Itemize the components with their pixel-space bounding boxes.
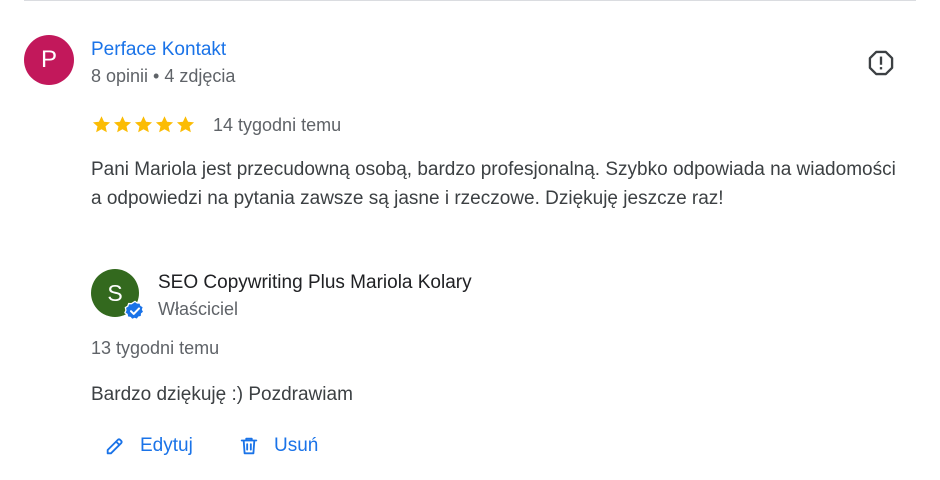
owner-name: SEO Copywriting Plus Mariola Kolary	[158, 272, 472, 293]
star-icon	[113, 116, 132, 133]
report-flag-icon[interactable]	[867, 49, 895, 77]
reviewer-name-link[interactable]: Perface Kontakt	[91, 39, 226, 61]
star-icon	[92, 116, 111, 133]
verified-check-icon	[124, 300, 145, 321]
review-text: Pani Mariola jest przecudowną osobą, bar…	[91, 159, 896, 209]
reply-text: Bardzo dziękuję :) Pozdrawiam	[91, 384, 353, 405]
reply-date: 13 tygodni temu	[91, 338, 220, 358]
trash-icon	[240, 437, 258, 455]
edit-label: Edytuj	[140, 435, 193, 456]
star-rating	[91, 114, 196, 135]
star-icon	[134, 116, 153, 133]
pencil-icon	[106, 438, 123, 455]
owner-role: Właściciel	[158, 299, 239, 319]
delete-reply-button[interactable]: Usuń	[238, 432, 318, 460]
delete-label: Usuń	[274, 435, 319, 456]
review-date: 14 tygodni temu	[213, 115, 342, 135]
reviewer-avatar[interactable]: P	[24, 35, 74, 85]
edit-reply-button[interactable]: Edytuj	[104, 432, 193, 460]
star-icon	[176, 116, 195, 133]
star-icon	[155, 116, 174, 133]
reviewer-meta: 8 opinii • 4 zdjęcia	[91, 66, 236, 86]
top-divider	[24, 0, 916, 1]
